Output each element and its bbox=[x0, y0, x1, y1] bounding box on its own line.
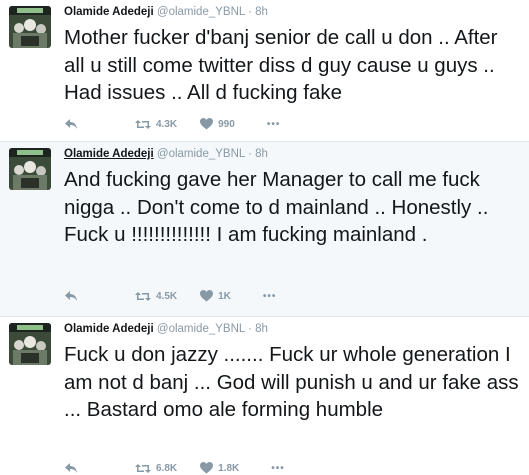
like-count: 990 bbox=[218, 118, 235, 130]
tweet[interactable]: Olamide Adedeji @olamide_YBNL · 8h Mothe… bbox=[0, 0, 529, 142]
retweet-icon bbox=[135, 119, 151, 129]
heart-icon bbox=[200, 290, 214, 302]
more-icon: ••• bbox=[266, 118, 281, 130]
separator: · bbox=[248, 6, 252, 18]
reply-icon bbox=[65, 291, 77, 301]
tweet-text: And fucking gave her Manager to call me … bbox=[64, 168, 489, 246]
heart-icon bbox=[200, 118, 214, 130]
heart-icon bbox=[200, 462, 214, 474]
more-icon: ••• bbox=[262, 290, 277, 302]
tweet-text: Fuck u don jazzy ....... Fuck ur whole g… bbox=[64, 343, 519, 421]
tweet[interactable]: Olamide Adedeji @olamide_YBNL · 8h And f… bbox=[0, 142, 529, 317]
reply-icon bbox=[65, 463, 77, 473]
avatar[interactable] bbox=[9, 323, 51, 365]
tweet-header: Olamide Adedeji @olamide_YBNL · 8h bbox=[64, 148, 268, 160]
like-button[interactable]: 1.8K bbox=[200, 462, 239, 474]
separator: · bbox=[248, 148, 252, 160]
retweet-button[interactable]: 4.5K bbox=[135, 291, 177, 302]
tweet-actions: 4.5K 1K ••• bbox=[64, 290, 276, 302]
author-handle[interactable]: @olamide_YBNL bbox=[157, 148, 245, 160]
retweet-icon bbox=[135, 463, 151, 473]
like-button[interactable]: 1K bbox=[200, 290, 231, 302]
timestamp[interactable]: 8h bbox=[255, 148, 268, 160]
more-icon: ••• bbox=[271, 462, 285, 474]
tweet-header: Olamide Adedeji @olamide_YBNL · 8h bbox=[64, 323, 268, 335]
more-button[interactable]: ••• bbox=[267, 119, 281, 130]
avatar[interactable] bbox=[9, 6, 51, 48]
more-button[interactable]: ••• bbox=[263, 291, 277, 302]
author-name[interactable]: Olamide Adedeji bbox=[64, 148, 154, 160]
separator: · bbox=[248, 323, 252, 335]
retweet-count: 4.5K bbox=[156, 290, 178, 302]
tweet[interactable]: Olamide Adedeji @olamide_YBNL · 8h Fuck … bbox=[0, 317, 529, 475]
author-handle[interactable]: @olamide_YBNL bbox=[157, 6, 245, 18]
retweet-count: 6.8K bbox=[156, 462, 178, 474]
tweet-actions: 6.8K 1.8K ••• bbox=[64, 462, 285, 474]
tweet-header: Olamide Adedeji @olamide_YBNL · 8h bbox=[64, 6, 268, 18]
reply-button[interactable] bbox=[64, 462, 78, 474]
author-name[interactable]: Olamide Adedeji bbox=[64, 323, 154, 335]
like-button[interactable]: 990 bbox=[200, 118, 235, 130]
like-count: 1K bbox=[218, 290, 231, 302]
retweet-button[interactable]: 4.3K bbox=[135, 119, 177, 130]
reply-button[interactable] bbox=[64, 118, 78, 130]
retweet-icon bbox=[135, 291, 151, 301]
timestamp[interactable]: 8h bbox=[255, 6, 268, 18]
author-handle[interactable]: @olamide_YBNL bbox=[157, 323, 245, 335]
tweet-text: Mother fucker d'banj senior de call u do… bbox=[64, 26, 498, 104]
author-name[interactable]: Olamide Adedeji bbox=[64, 6, 154, 18]
reply-button[interactable] bbox=[64, 290, 78, 302]
reply-icon bbox=[65, 119, 77, 129]
avatar[interactable] bbox=[9, 148, 51, 190]
tweet-actions: 4.3K 990 ••• bbox=[64, 118, 280, 130]
retweet-button[interactable]: 6.8K bbox=[135, 463, 177, 474]
timestamp[interactable]: 8h bbox=[255, 323, 268, 335]
like-count: 1.8K bbox=[218, 462, 240, 474]
more-button[interactable]: ••• bbox=[271, 463, 285, 474]
retweet-count: 4.3K bbox=[156, 118, 178, 130]
